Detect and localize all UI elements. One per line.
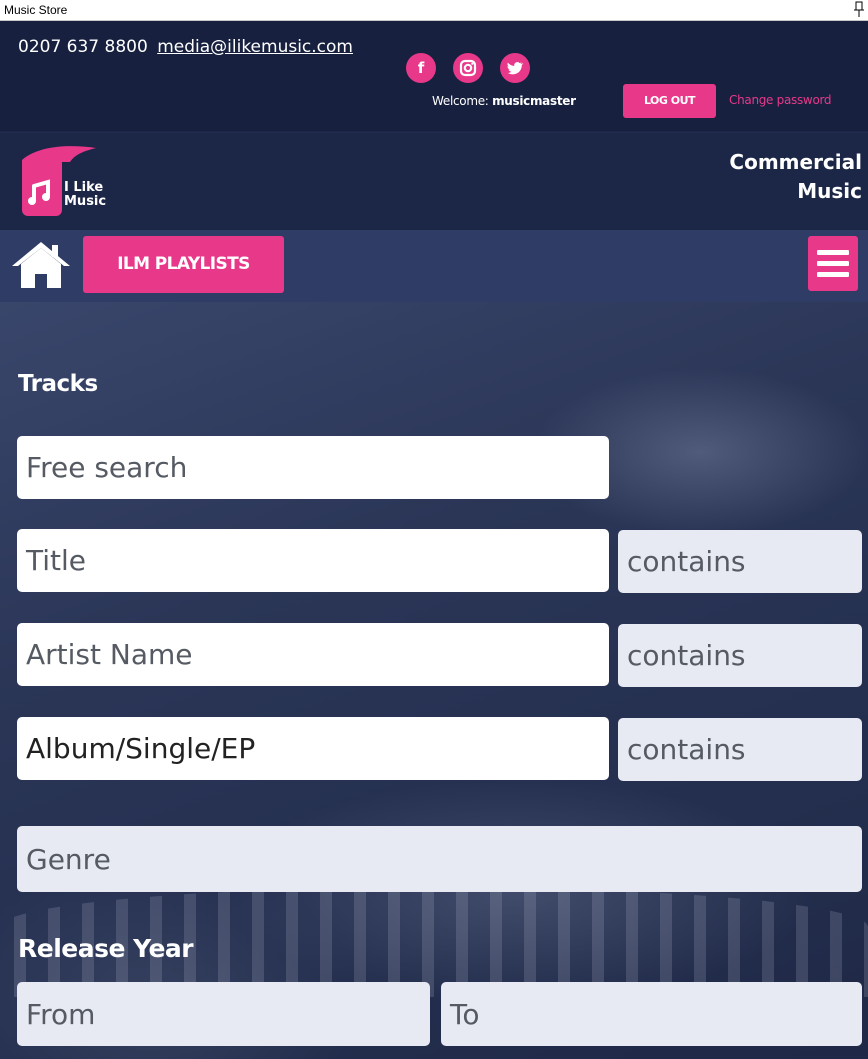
logo-text: I Like Music <box>64 181 106 209</box>
album-match-select[interactable]: contains <box>618 718 862 781</box>
instagram-icon[interactable] <box>453 53 483 83</box>
tracks-heading: Tracks <box>18 371 98 397</box>
ilm-playlists-button[interactable]: ILM PLAYLISTS <box>83 236 284 293</box>
release-year-heading: Release Year <box>18 934 194 963</box>
contact-info: 0207 637 8800 media@ilikemusic.com <box>18 37 353 57</box>
logout-button[interactable]: LOG OUT <box>623 84 716 118</box>
hamburger-menu-icon[interactable] <box>808 236 858 291</box>
tagline-line-1: Commercial <box>729 150 862 174</box>
welcome-prefix: Welcome: <box>432 94 489 108</box>
artist-name-input[interactable]: Artist Name <box>17 623 609 686</box>
genre-select[interactable]: Genre <box>17 826 862 892</box>
album-input[interactable]: Album/Single/EP <box>17 717 609 780</box>
facebook-icon[interactable]: f <box>406 53 436 83</box>
home-icon[interactable] <box>10 240 72 290</box>
change-password-link[interactable]: Change password <box>729 93 832 107</box>
logo-line-2: Music <box>64 194 107 209</box>
artist-match-select[interactable]: contains <box>618 624 862 687</box>
logo-line-1: I Like <box>64 180 104 195</box>
hamburger-bar <box>817 261 849 266</box>
year-from-input[interactable]: From <box>17 982 430 1046</box>
twitter-icon[interactable] <box>500 53 530 83</box>
phone-number: 0207 637 8800 <box>18 37 148 57</box>
free-search-input[interactable]: Free search <box>17 436 609 499</box>
tagline-line-2: Music <box>797 179 862 203</box>
window-title-bar: Music Store <box>0 0 868 21</box>
year-to-input[interactable]: To <box>441 982 862 1046</box>
title-input[interactable]: Title <box>17 529 609 592</box>
welcome-text: Welcome: musicmaster <box>432 94 576 108</box>
username: musicmaster <box>492 94 576 108</box>
title-match-select[interactable]: contains <box>618 530 862 593</box>
twitter-bird-icon <box>507 62 524 75</box>
instagram-glyph-icon <box>459 59 477 77</box>
window-title: Music Store <box>4 3 68 17</box>
hamburger-bar <box>817 250 849 255</box>
hamburger-bar <box>817 272 849 277</box>
email-link[interactable]: media@ilikemusic.com <box>157 37 353 57</box>
commercial-music-heading: Commercial Music <box>729 148 862 206</box>
pin-icon[interactable] <box>853 1 865 18</box>
